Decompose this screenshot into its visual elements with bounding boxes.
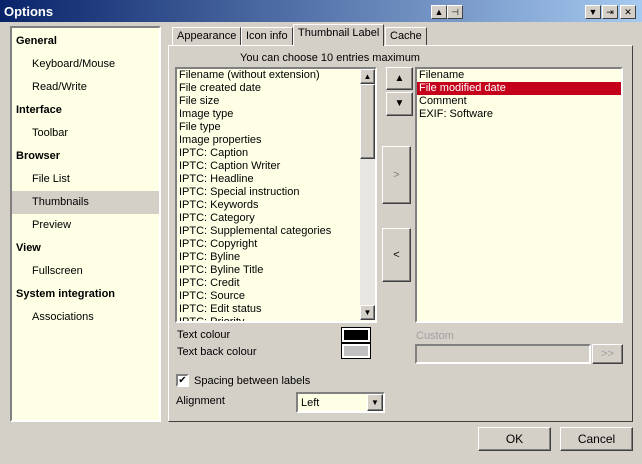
list-item[interactable]: EXIF: Software — [417, 108, 621, 121]
sidebar-item[interactable]: File List — [12, 168, 159, 191]
alignment-value: Left — [301, 397, 320, 409]
tab[interactable]: Icon info — [241, 27, 293, 46]
sidebar-item[interactable]: Keyboard/Mouse — [12, 53, 159, 76]
pin-icon[interactable]: ⊣ — [447, 5, 463, 19]
shade-icon[interactable]: ▼ — [585, 5, 601, 19]
move-down-button[interactable]: ▼ — [386, 92, 413, 116]
sidebar-item[interactable]: Browser — [12, 145, 159, 168]
tab[interactable]: Thumbnail Label — [293, 24, 385, 46]
close-icon[interactable]: ✕ — [620, 5, 636, 19]
ok-button[interactable]: OK — [478, 427, 551, 451]
list-item[interactable]: IPTC: Priority — [177, 316, 359, 321]
selected-entries-list[interactable]: Filename File modified date Comment EXIF: S… — [415, 67, 623, 323]
list-item[interactable]: IPTC: Edit status — [177, 303, 359, 316]
remove-entry-button[interactable]: < — [382, 228, 411, 282]
list-item[interactable]: Filename (without extension) — [177, 69, 359, 82]
scrollbar[interactable]: ▲ ▼ — [360, 69, 375, 320]
sidebar-item[interactable]: Associations — [12, 306, 159, 329]
text-colour-label: Text colour — [177, 329, 231, 341]
roll-up-icon[interactable]: ▲ — [431, 5, 447, 19]
list-item[interactable]: IPTC: Source — [177, 290, 359, 303]
title-bar: Options ▲ ⊣ ▼ ⇥ ✕ — [0, 0, 642, 24]
list-item[interactable]: Image type — [177, 108, 359, 121]
hint-text: You can choose 10 entries maximum — [240, 52, 420, 64]
sidebar-item[interactable]: Toolbar — [12, 122, 159, 145]
list-item[interactable]: IPTC: Copyright — [177, 238, 359, 251]
sidebar-item[interactable]: Interface — [12, 99, 159, 122]
window-title: Options — [4, 4, 54, 19]
custom-add-button[interactable]: >> — [592, 344, 623, 364]
list-item[interactable]: File created date — [177, 82, 359, 95]
list-item[interactable]: IPTC: Special instruction — [177, 186, 359, 199]
move-up-button[interactable]: ▲ — [386, 67, 413, 90]
alignment-select[interactable]: Left ▼ — [296, 392, 385, 413]
list-item[interactable]: Image properties — [177, 134, 359, 147]
back-colour-swatch[interactable] — [341, 343, 371, 359]
list-item[interactable]: IPTC: Headline — [177, 173, 359, 186]
sidebar-item[interactable]: View — [12, 237, 159, 260]
list-item[interactable]: IPTC: Byline Title — [177, 264, 359, 277]
tab[interactable]: Appearance — [172, 27, 242, 46]
list-item[interactable]: IPTC: Caption Writer — [177, 160, 359, 173]
spacing-label: Spacing between labels — [194, 375, 311, 387]
list-item[interactable]: File type — [177, 121, 359, 134]
list-item[interactable]: IPTC: Credit — [177, 277, 359, 290]
list-item[interactable]: IPTC: Byline — [177, 251, 359, 264]
list-item[interactable]: IPTC: Caption — [177, 147, 359, 160]
list-item[interactable]: Filename — [417, 69, 621, 82]
sidebar-item[interactable]: Read/Write — [12, 76, 159, 99]
sidebar-item[interactable]: General — [12, 30, 159, 53]
list-item[interactable]: Comment — [417, 95, 621, 108]
list-item[interactable]: File size — [177, 95, 359, 108]
alignment-label: Alignment — [176, 395, 225, 407]
available-entries-list[interactable]: Filename (without extension) File created… — [175, 67, 377, 323]
custom-label: Custom — [416, 330, 454, 342]
cancel-button[interactable]: Cancel — [560, 427, 633, 451]
sidebar-item[interactable]: Preview — [12, 214, 159, 237]
text-back-colour-label: Text back colour — [177, 346, 257, 358]
chevron-down-icon[interactable]: ▼ — [367, 394, 383, 411]
sidebar-item[interactable]: Fullscreen — [12, 260, 159, 283]
list-item[interactable]: IPTC: Keywords — [177, 199, 359, 212]
spacing-checkbox[interactable]: ✔ — [176, 374, 189, 387]
list-item[interactable]: IPTC: Supplemental categories — [177, 225, 359, 238]
custom-input[interactable] — [415, 344, 591, 364]
sidebar-item[interactable]: Thumbnails — [12, 191, 159, 214]
text-colour-swatch[interactable] — [341, 327, 371, 343]
options-category-tree[interactable]: General Keyboard/Mouse Read/Write Interface… — [10, 26, 161, 422]
list-item[interactable]: File modified date — [417, 82, 621, 95]
maximize-icon[interactable]: ⇥ — [602, 5, 618, 19]
add-entry-button[interactable]: > — [382, 146, 411, 204]
tab[interactable]: Cache — [385, 27, 427, 46]
list-item[interactable]: IPTC: Category — [177, 212, 359, 225]
sidebar-item[interactable]: System integration — [12, 283, 159, 306]
